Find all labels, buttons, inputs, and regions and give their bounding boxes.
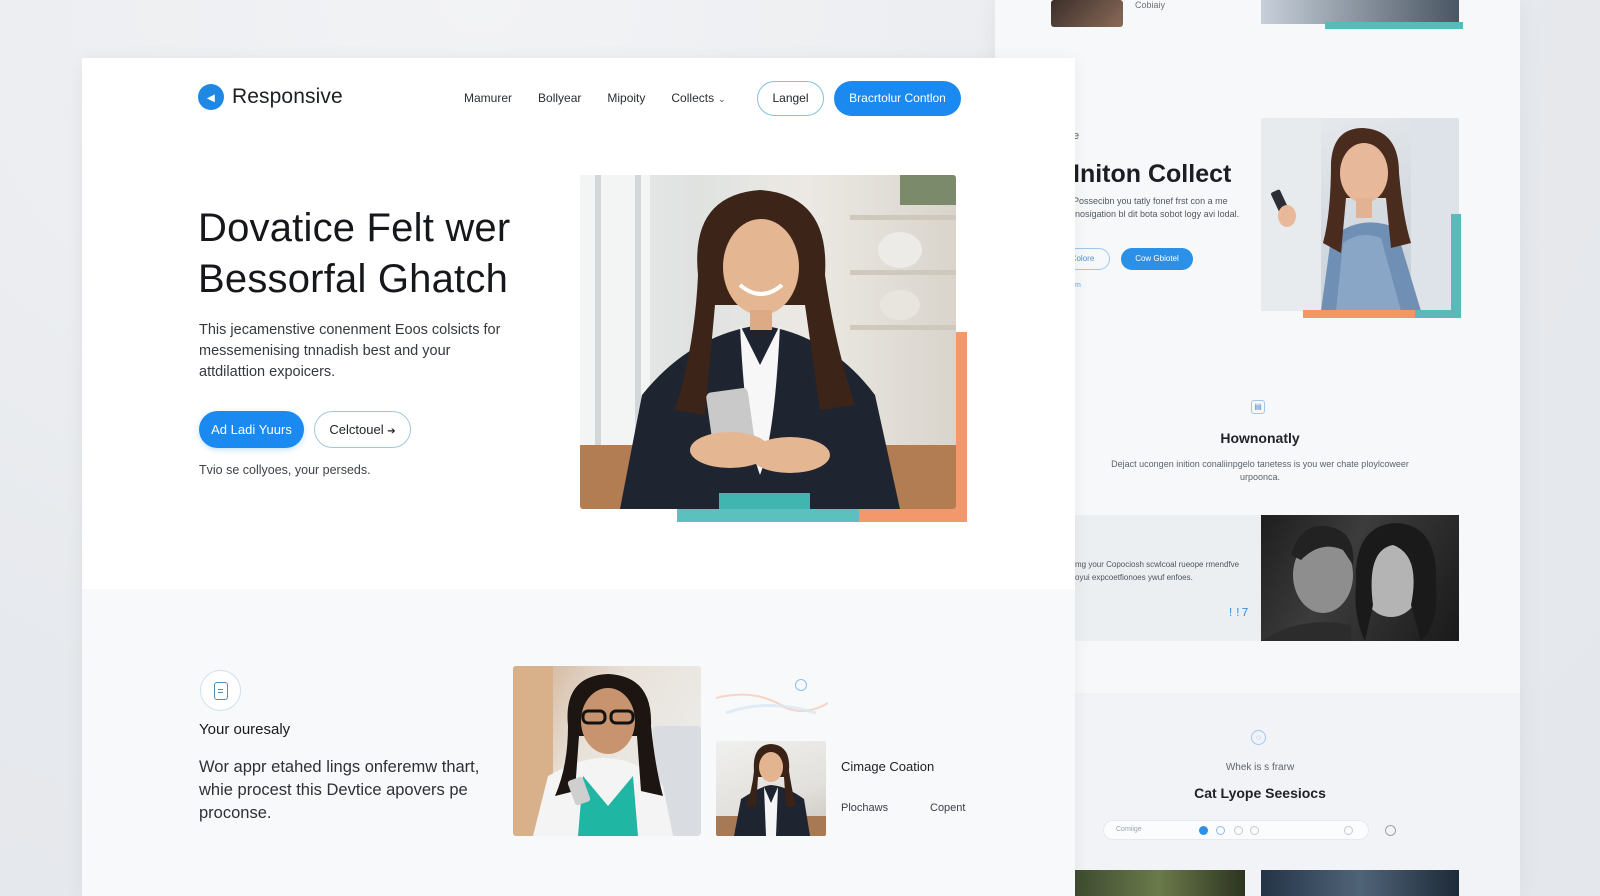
hero-description: This jecamenstive conenment Eoos colsict…	[199, 322, 501, 380]
bottom-photo-right	[1261, 870, 1459, 896]
toolbar-dot-icon[interactable]	[1344, 826, 1353, 835]
top-small-label: Cobiaiy	[1135, 0, 1166, 10]
main-page-preview: ◂ Responsive Mamurer Bollyear Mipoity Co…	[82, 58, 1075, 896]
circle-icon	[795, 679, 807, 691]
main-nav: Mamurer Bollyear Mipoity Collects ⌄	[464, 91, 726, 105]
hero-note: Tvio se collyoes, your perseds.	[199, 463, 371, 477]
panel-toolbar[interactable]: Comiige	[1103, 820, 1369, 840]
secondary-primary-button[interactable]: Cow Gbiotel	[1121, 248, 1193, 270]
businesswoman-small-photo	[716, 741, 826, 836]
panel-eyebrow: Whek is s frarw	[1225, 762, 1295, 773]
portrait-teal-accent-bottom	[1415, 310, 1461, 318]
toolbar-dot-icon[interactable]	[1250, 826, 1259, 835]
brand-name: Responsive	[232, 85, 343, 108]
feature-document-icon: ▤	[1251, 400, 1265, 414]
portrait-photo	[1261, 118, 1459, 311]
feature-description: Dejact ucongen inition conaliinpgelo tan…	[1111, 459, 1409, 482]
nav-dropdown-label: Collects	[671, 91, 715, 105]
toolbar-dot-icon[interactable]	[1234, 826, 1243, 835]
refresh-icon[interactable]	[1385, 825, 1396, 836]
features-heading: Your ouresaly	[199, 721, 291, 738]
hero-orange-accent-bottom	[859, 509, 967, 522]
secondary-description: Possecibn you tatly fonef frst con a me …	[1073, 196, 1240, 219]
toolbar-dot-active-icon[interactable]	[1199, 826, 1208, 835]
bottom-photo-left	[1073, 870, 1245, 896]
bw-couple-photo	[1261, 515, 1459, 641]
logo-mark-icon: ◂	[198, 84, 224, 110]
panel-settings-icon: ◌	[1251, 730, 1266, 745]
nav-link[interactable]: Bollyear	[538, 91, 581, 105]
panel-title: Cat Lyope Seesiocs	[1194, 785, 1326, 801]
nav-link[interactable]: Mipoity	[607, 91, 645, 105]
nav-outline-button[interactable]: Langel	[757, 81, 824, 116]
features-text: Wor appr etahed lings onferemw thart, wh…	[199, 758, 480, 822]
hero-businesswoman-photo	[580, 175, 956, 509]
secondary-tiny-link[interactable]: m	[1075, 282, 1081, 289]
hero-secondary-button[interactable]: Celctouel ➔	[314, 411, 411, 448]
glasses-woman-illustration	[513, 666, 701, 836]
hero-title: Dovatice Felt wer Bessorfal Ghatch	[198, 206, 511, 301]
hero-teal-accent-inner	[719, 493, 810, 509]
glasses-woman-photo	[513, 666, 701, 836]
arrow-right-icon: ➔	[387, 426, 396, 437]
document-icon	[200, 670, 241, 711]
top-teal-accent	[1325, 22, 1463, 29]
portrait-orange-accent	[1303, 310, 1415, 318]
toolbar-dot-icon[interactable]	[1216, 826, 1225, 835]
hero-primary-button[interactable]: Ad Ladi Yuurs	[199, 411, 304, 448]
info-card-text: mg your Copociosh scwlcoal rueope rmendf…	[1075, 560, 1240, 582]
bw-couple-illustration	[1261, 523, 1437, 641]
portrait-illustration	[1261, 118, 1459, 311]
hero-secondary-button-label: Celctouel	[329, 422, 384, 437]
businesswoman-small-illustration	[716, 744, 826, 836]
info-card-number: !!7	[1227, 606, 1249, 620]
chevron-down-icon: ⌄	[718, 94, 726, 104]
hero-photo-illustration	[580, 175, 956, 509]
nav-primary-button[interactable]: Bracrtolur Contlon	[834, 81, 961, 116]
nav-link[interactable]: Mamurer	[464, 91, 512, 105]
decorative-swoosh	[716, 693, 828, 715]
top-thumbnail-image	[1051, 0, 1123, 27]
portrait-teal-accent	[1451, 214, 1461, 318]
image-caption-title: Cimage Coation	[841, 759, 935, 774]
feature-title: Hownonatly	[1220, 430, 1300, 446]
caption-link[interactable]: Plochaws	[841, 802, 888, 814]
hero-teal-accent	[677, 509, 859, 522]
nav-dropdown[interactable]: Collects ⌄	[671, 91, 725, 105]
panel-toolbar-label: Comiige	[1116, 826, 1142, 833]
caption-link[interactable]: Copent	[930, 802, 965, 814]
top-banner-image	[1261, 0, 1459, 24]
secondary-title: Initon Collect	[1073, 160, 1232, 188]
brand-logo[interactable]: ◂ Responsive	[198, 84, 343, 110]
